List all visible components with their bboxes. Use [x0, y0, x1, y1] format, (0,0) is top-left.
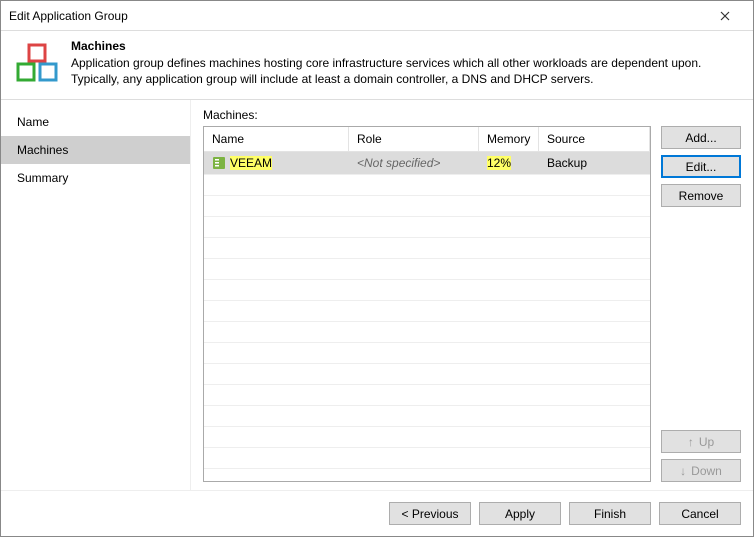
column-role[interactable]: Role — [349, 127, 479, 151]
arrow-up-icon — [688, 435, 699, 449]
cancel-button[interactable]: Cancel — [659, 502, 741, 525]
vm-icon — [212, 156, 226, 170]
row-source: Backup — [539, 152, 650, 174]
sidebar-item-label: Summary — [17, 171, 68, 185]
sidebar-item-machines[interactable]: Machines — [1, 136, 190, 164]
column-source[interactable]: Source — [539, 127, 650, 151]
footer: < Previous Apply Finish Cancel — [1, 490, 753, 536]
dialog-window: Edit Application Group Machines Applicat… — [0, 0, 754, 537]
up-button: Up — [661, 430, 741, 453]
machines-label: Machines: — [203, 108, 741, 122]
finish-button[interactable]: Finish — [569, 502, 651, 525]
row-name: VEEAM — [230, 156, 272, 170]
side-buttons: Add... Edit... Remove Up Down — [661, 126, 741, 482]
column-name[interactable]: Name — [204, 127, 349, 151]
step-sidebar: Name Machines Summary — [1, 100, 191, 490]
apply-button[interactable]: Apply — [479, 502, 561, 525]
sidebar-item-label: Machines — [17, 143, 68, 157]
sidebar-item-label: Name — [17, 115, 49, 129]
empty-rows — [204, 175, 650, 469]
sidebar-item-summary[interactable]: Summary — [1, 164, 190, 192]
column-memory[interactable]: Memory — [479, 127, 539, 151]
header-description: Application group defines machines hosti… — [71, 55, 739, 87]
machines-grid[interactable]: Name Role Memory Source VEEAM <Not speci… — [203, 126, 651, 482]
close-button[interactable] — [705, 2, 745, 30]
add-button[interactable]: Add... — [661, 126, 741, 149]
table-row[interactable]: VEEAM <Not specified> 12% Backup — [204, 152, 650, 175]
close-icon — [720, 11, 730, 21]
remove-button[interactable]: Remove — [661, 184, 741, 207]
row-role: <Not specified> — [349, 152, 479, 174]
dialog-body: Name Machines Summary Machines: Name Rol… — [1, 99, 753, 490]
machines-icon — [15, 43, 59, 83]
grid-header: Name Role Memory Source — [204, 127, 650, 152]
row-memory: 12% — [487, 156, 511, 170]
main-panel: Machines: Name Role Memory Source VEEAM — [191, 100, 753, 490]
down-button: Down — [661, 459, 741, 482]
header-band: Machines Application group defines machi… — [1, 31, 753, 99]
window-title: Edit Application Group — [9, 9, 705, 23]
titlebar: Edit Application Group — [1, 1, 753, 31]
grid-body: VEEAM <Not specified> 12% Backup — [204, 152, 650, 481]
header-title: Machines — [71, 39, 739, 53]
arrow-down-icon — [680, 464, 691, 478]
previous-button[interactable]: < Previous — [389, 502, 471, 525]
sidebar-item-name[interactable]: Name — [1, 108, 190, 136]
edit-button[interactable]: Edit... — [661, 155, 741, 178]
